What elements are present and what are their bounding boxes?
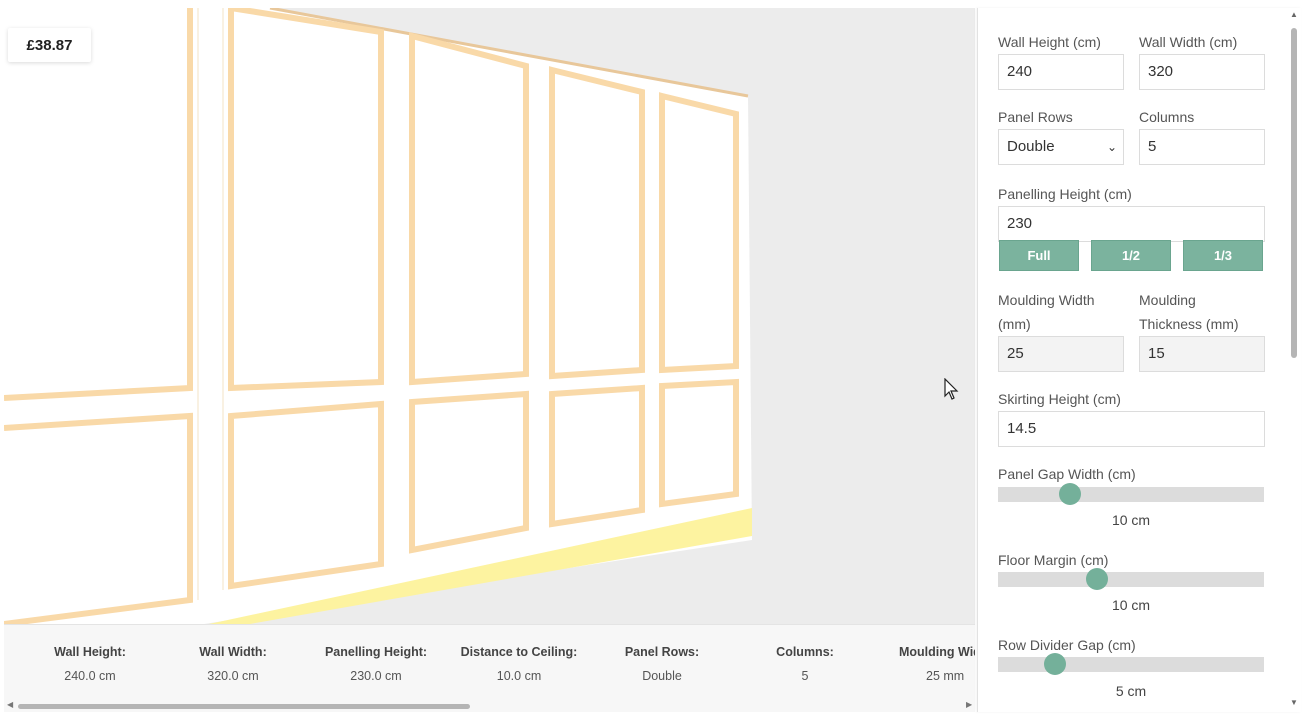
- floor-margin-slider-handle[interactable]: [1085, 568, 1108, 590]
- full-height-button[interactable]: Full: [999, 240, 1079, 271]
- vertical-scrollbar[interactable]: ▲ ▼: [1288, 8, 1300, 712]
- scroll-left-icon[interactable]: ◀: [7, 700, 13, 709]
- summary-label: Distance to Ceiling:: [460, 645, 578, 659]
- panel-rows-selected: Double: [1007, 138, 1055, 155]
- summary-value: 240.0 cm: [64, 669, 116, 683]
- row-divider-gap-label: Row Divider Gap (cm): [998, 637, 1136, 653]
- row-divider-gap-value: 5 cm: [1115, 683, 1147, 699]
- panelling-height-label: Panelling Height (cm): [998, 186, 1132, 202]
- summary-bar: Wall Height: 240.0 cm Wall Width: 320.0 …: [4, 624, 975, 701]
- scrollbar-thumb[interactable]: [18, 704, 470, 709]
- settings-panel: Wall Height (cm) Wall Width (cm) 240 320…: [977, 8, 1301, 712]
- wall-width-label: Wall Width (cm): [1139, 34, 1238, 50]
- panel-gap-slider-handle[interactable]: [1059, 483, 1081, 505]
- row-divider-gap-slider[interactable]: [998, 653, 1264, 675]
- price-display: £38.87: [8, 28, 91, 62]
- summary-label: Wall Width:: [199, 645, 267, 659]
- row-divider-gap-slider-handle[interactable]: [1044, 653, 1067, 675]
- scroll-right-icon[interactable]: ▶: [966, 700, 972, 709]
- moulding-thickness-input[interactable]: 15: [1139, 336, 1265, 372]
- floor-margin-slider[interactable]: [998, 568, 1264, 590]
- scroll-down-icon[interactable]: ▼: [1290, 698, 1298, 707]
- columns-label: Columns: [1139, 109, 1195, 125]
- panelling-height-input[interactable]: 230: [998, 206, 1265, 242]
- wall-3d-viewport[interactable]: £38.87: [4, 8, 975, 624]
- wall-height-input[interactable]: 240: [998, 54, 1124, 90]
- columns-input[interactable]: 5: [1139, 129, 1265, 165]
- summary-value: 5: [801, 669, 809, 683]
- moulding-width-label: Moulding Width (mm): [998, 288, 1095, 336]
- panel-gap-slider[interactable]: [998, 483, 1264, 505]
- mouse-pointer-icon: [944, 378, 959, 400]
- moulding-width-label-line2: (mm): [998, 316, 1031, 332]
- moulding-width-input[interactable]: 25: [998, 336, 1124, 372]
- summary-wall-width: Wall Width: 320.0 cm: [161, 645, 305, 683]
- summary-distance-to-ceiling: Distance to Ceiling: 10.0 cm: [447, 645, 591, 683]
- summary-panel-rows: Panel Rows: Double: [590, 645, 734, 683]
- summary-label: Moulding Wid: [899, 645, 975, 659]
- scroll-up-icon[interactable]: ▲: [1290, 10, 1298, 19]
- summary-value: 10.0 cm: [496, 669, 542, 683]
- summary-value: Double: [642, 669, 682, 683]
- moulding-width-label-line1: Moulding Width: [998, 292, 1095, 308]
- summary-label: Columns:: [776, 645, 834, 659]
- summary-label: Panel Rows:: [624, 645, 700, 659]
- chevron-down-icon: ⌄: [1106, 140, 1117, 154]
- wall-height-label: Wall Height (cm): [998, 34, 1101, 50]
- summary-columns: Columns: 5: [733, 645, 877, 683]
- floor-margin-value: 10 cm: [1111, 597, 1151, 613]
- skirting-height-input[interactable]: 14.5: [998, 411, 1265, 447]
- horizontal-scrollbar[interactable]: ◀ ▶: [4, 700, 975, 712]
- summary-panelling-height: Panelling Height: 230.0 cm: [304, 645, 448, 683]
- half-height-button[interactable]: 1/2: [1091, 240, 1171, 271]
- panel-rows-select[interactable]: Double ⌄: [998, 129, 1124, 165]
- panel-rows-label: Panel Rows: [998, 109, 1073, 125]
- vertical-scrollbar-thumb[interactable]: [1291, 28, 1297, 358]
- wall-render: [4, 8, 752, 624]
- summary-moulding-width: Moulding Wid 25 mm: [876, 645, 975, 683]
- third-height-button[interactable]: 1/3: [1183, 240, 1263, 271]
- moulding-thickness-label-line1: Moulding: [1139, 292, 1196, 308]
- summary-wall-height: Wall Height: 240.0 cm: [18, 645, 162, 683]
- moulding-thickness-label: Moulding Thickness (mm): [1139, 288, 1239, 336]
- panel-gap-value: 10 cm: [1111, 512, 1151, 528]
- wall-width-input[interactable]: 320: [1139, 54, 1265, 90]
- moulding-thickness-label-line2: Thickness (mm): [1139, 316, 1239, 332]
- summary-label: Wall Height:: [54, 645, 126, 659]
- summary-value: 230.0 cm: [350, 669, 402, 683]
- skirting-height-label: Skirting Height (cm): [998, 391, 1121, 407]
- summary-value: 25 mm: [926, 669, 965, 683]
- summary-label: Panelling Height:: [324, 645, 428, 659]
- summary-value: 320.0 cm: [207, 669, 259, 683]
